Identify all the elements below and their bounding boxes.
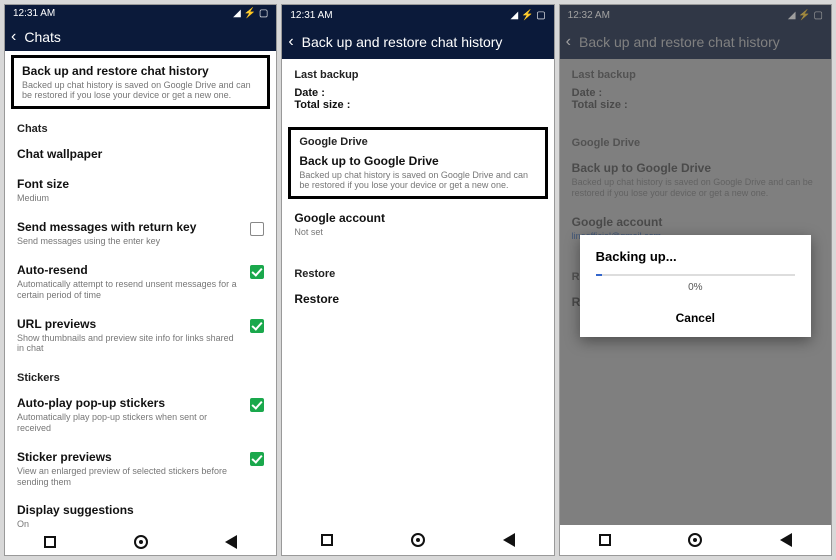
gdrive-header: Google Drive [299,136,536,154]
section-stickers: Stickers [5,362,276,388]
display-suggestions-row[interactable]: Display suggestions On Display sticker a… [5,495,276,529]
url-previews-row[interactable]: URL previews Show thumbnails and preview… [5,309,276,363]
dialog-title: Backing up... [596,249,795,264]
row-sub: Medium [17,193,264,204]
clock: 12:31 AM [13,8,55,19]
back-icon[interactable]: ‹ [288,34,293,50]
home-icon[interactable] [411,533,425,547]
progress-bar [596,274,795,276]
google-account-row[interactable]: Google account Not set [282,203,553,246]
row-sub: Not set [294,227,541,238]
screen-chats: 12:31 AM ◢ ⚡ ▢ ‹ Chats Back up and resto… [4,4,277,556]
section-restore: Restore [282,258,553,284]
row-label: Sticker previews [17,450,242,464]
checkbox-checked[interactable] [250,319,264,333]
row-label: Back up and restore chat history [22,64,259,78]
row-label: Send messages with return key [17,220,242,234]
clock: 12:31 AM [290,10,332,21]
row-label: URL previews [17,317,242,331]
row-label: Font size [17,177,264,191]
size-label: Total size : [294,99,541,111]
checkbox-unchecked[interactable] [250,222,264,236]
screen-backup: 12:31 AM ◢ ⚡ ▢ ‹ Back up and restore cha… [281,4,554,556]
android-navbar [282,525,553,555]
row-val: On [17,519,264,529]
row-sub: Automatically attempt to resend unsent m… [17,279,242,301]
checkbox-checked[interactable] [250,398,264,412]
row-sub: Backed up chat history is saved on Googl… [22,80,259,100]
android-navbar [5,529,276,555]
content: Last backup Date : Total size : Google D… [282,59,553,525]
recents-icon[interactable] [321,534,333,546]
cancel-button[interactable]: Cancel [596,305,795,327]
backup-gdrive-label: Back up to Google Drive [299,154,536,168]
checkbox-checked[interactable] [250,265,264,279]
screen-backup-progress: 12:32 AM ◢ ⚡ ▢ ‹ Back up and restore cha… [559,4,832,556]
page-title: Back up and restore chat history [302,34,503,50]
restore-row[interactable]: Restore [282,284,553,314]
section-last-backup: Last backup [282,59,553,85]
back-nav-icon[interactable] [225,535,237,549]
android-navbar [560,525,831,555]
row-sub: Send messages using the enter key [17,236,242,247]
send-return-row[interactable]: Send messages with return key Send messa… [5,212,276,255]
content: Back up and restore chat history Backed … [5,51,276,529]
status-bar: 12:31 AM ◢ ⚡ ▢ [5,5,276,22]
title-bar: ‹ Back up and restore chat history [282,25,553,59]
section-chats: Chats [5,113,276,139]
last-backup-values: Date : Total size : [282,85,553,119]
recents-icon[interactable] [599,534,611,546]
autoplay-stickers-row[interactable]: Auto-play pop-up stickers Automatically … [5,388,276,442]
back-nav-icon[interactable] [503,533,515,547]
backup-restore-row[interactable]: Back up and restore chat history Backed … [11,55,270,109]
row-sub: Show thumbnails and preview site info fo… [17,333,242,355]
font-size-row[interactable]: Font size Medium [5,169,276,212]
date-label: Date : [294,87,541,99]
back-icon[interactable]: ‹ [11,29,16,45]
status-icons: ◢ ⚡ ▢ [511,10,546,21]
status-bar: 12:31 AM ◢ ⚡ ▢ [282,5,553,25]
checkbox-checked[interactable] [250,452,264,466]
backup-progress-dialog: Backing up... 0% Cancel [580,235,811,337]
status-icons: ◢ ⚡ ▢ [233,8,268,19]
auto-resend-row[interactable]: Auto-resend Automatically attempt to res… [5,255,276,309]
recents-icon[interactable] [44,536,56,548]
row-label: Display suggestions [17,503,264,517]
row-sub: View an enlarged preview of selected sti… [17,466,242,488]
back-nav-icon[interactable] [780,533,792,547]
chat-wallpaper-row[interactable]: Chat wallpaper [5,139,276,169]
page-title: Chats [24,29,61,45]
row-label: Google account [294,211,541,225]
home-icon[interactable] [688,533,702,547]
home-icon[interactable] [134,535,148,549]
row-label: Auto-resend [17,263,242,277]
row-label: Restore [294,292,541,306]
gdrive-box[interactable]: Google Drive Back up to Google Drive Bac… [288,127,547,199]
row-label: Chat wallpaper [17,147,264,161]
title-bar: ‹ Chats [5,22,276,51]
backup-gdrive-sub: Backed up chat history is saved on Googl… [299,170,536,190]
sticker-previews-row[interactable]: Sticker previews View an enlarged previe… [5,442,276,496]
row-sub: Automatically play pop-up stickers when … [17,412,242,434]
row-label: Auto-play pop-up stickers [17,396,242,410]
progress-percent: 0% [596,282,795,293]
